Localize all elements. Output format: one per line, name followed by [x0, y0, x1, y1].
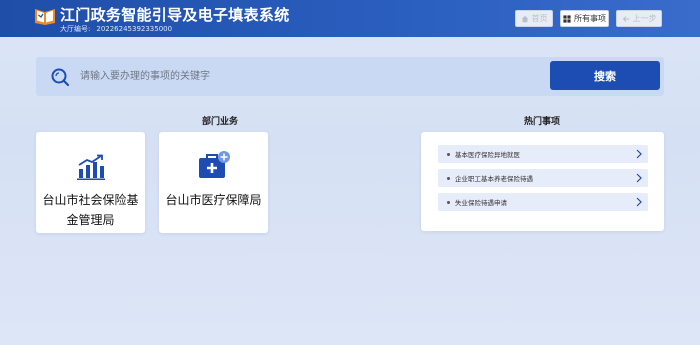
back-button[interactable]: 上一步 — [616, 10, 662, 27]
home-icon — [521, 15, 528, 22]
all-items-button-label: 所有事项 — [574, 14, 606, 23]
home-button-label: 首页 — [531, 14, 548, 23]
back-button-label: 上一步 — [632, 14, 657, 23]
departments-title: 部门业务 — [202, 117, 239, 127]
hot-item-label: 基本医疗保险异地就医 — [455, 151, 520, 159]
hot-item-label: 失业保险待遇申请 — [455, 199, 507, 207]
home-button[interactable]: 首页 — [515, 10, 553, 27]
bullet-dot — [447, 152, 450, 156]
hot-item-label: 企业职工基本养老保险待遇 — [455, 175, 533, 183]
hall-number: 大厅编号: 20226245392335000 — [60, 24, 172, 34]
arrow-left-icon — [622, 15, 629, 22]
search-icon — [51, 68, 70, 87]
hall-number-value: 20226245392335000 — [96, 25, 173, 33]
hot-items-panel: 基本医疗保险异地就医 企业职工基本养老保险待遇 失业保险待遇申请 — [421, 132, 664, 231]
bullet-dot — [447, 176, 450, 180]
hot-item[interactable]: 企业职工基本养老保险待遇 — [438, 169, 648, 187]
chevron-right-icon — [636, 149, 642, 159]
bar-chart-growth-icon — [76, 154, 105, 180]
hall-number-label: 大厅编号: — [60, 25, 91, 33]
hot-items-title: 热门事项 — [524, 117, 561, 127]
chevron-right-icon — [636, 173, 642, 183]
book-logo-icon — [35, 9, 55, 25]
chevron-right-icon — [636, 197, 642, 207]
bullet-dot — [447, 200, 450, 204]
app-title: 江门政务智能引导及电子填表系统 — [60, 6, 290, 24]
grid-icon — [563, 14, 571, 23]
dept-card-medical-security[interactable]: 台山市医疗保障局 — [159, 132, 268, 233]
dept-card-name: 台山市医疗保障局 — [165, 193, 262, 207]
hot-item[interactable]: 基本医疗保险异地就医 — [438, 145, 648, 163]
dept-card-social-insurance[interactable]: 台山市社会保险基金管理局 — [36, 132, 145, 233]
search-input[interactable] — [80, 66, 520, 87]
all-items-button[interactable]: 所有事项 — [560, 10, 609, 27]
search-bar: 搜索 — [36, 57, 664, 96]
medical-kit-icon — [198, 151, 230, 178]
hot-item[interactable]: 失业保险待遇申请 — [438, 193, 648, 211]
search-button[interactable]: 搜索 — [550, 61, 660, 90]
top-header: 江门政务智能引导及电子填表系统 大厅编号: 20226245392335000 首… — [0, 0, 700, 37]
dept-card-name: 台山市社会保险基金管理局 — [42, 193, 139, 227]
